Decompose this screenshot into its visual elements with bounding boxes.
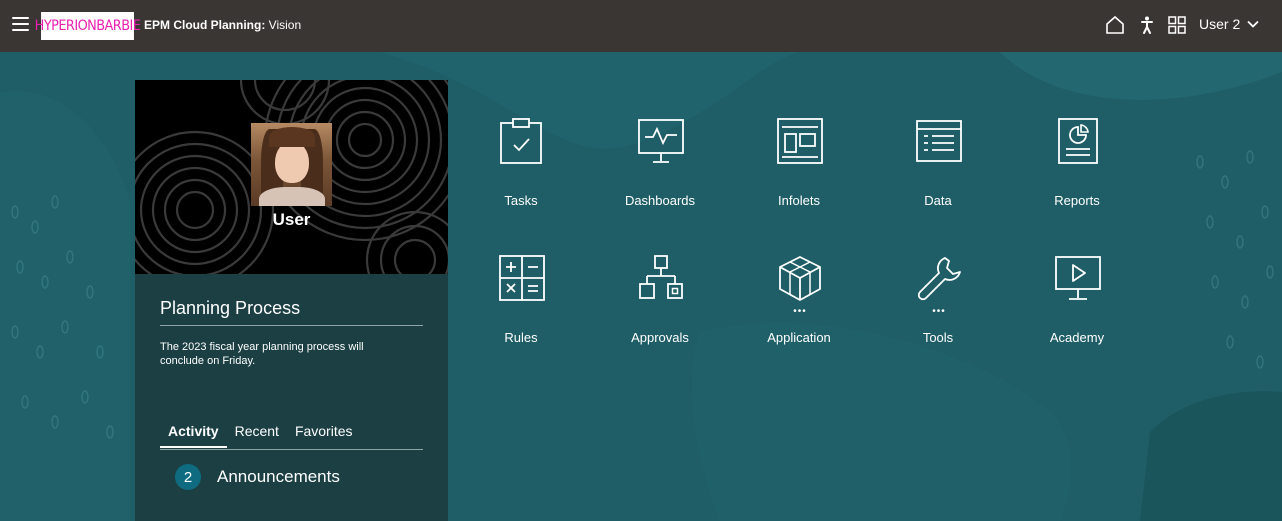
academy-icon <box>1055 256 1101 300</box>
application-icon <box>779 255 821 302</box>
user-name: User <box>272 210 311 229</box>
home-icon[interactable] <box>1104 14 1126 36</box>
tab-favorites[interactable]: Favorites <box>287 420 361 448</box>
avatar <box>251 123 332 206</box>
announcements-count-badge: 2 <box>175 464 201 490</box>
panel-message: The 2023 fiscal year planning process wi… <box>160 341 364 367</box>
more-options-icon[interactable]: ••• <box>790 306 810 317</box>
title-divider <box>160 325 423 326</box>
tile-label: Tasks <box>504 193 538 208</box>
tile-dashboards[interactable]: Dashboards <box>600 117 720 227</box>
app-suffix: Vision <box>268 18 302 32</box>
app-name: EPM Cloud Planning: <box>144 18 266 32</box>
tile-label: Data <box>924 193 952 208</box>
app-header: HYPERIONBARBIE EPM Cloud Planning: Visio… <box>0 0 1282 52</box>
tile-tasks[interactable]: Tasks <box>461 117 581 227</box>
welcome-panel: User Planning Process The 2023 fiscal ye… <box>135 80 448 521</box>
tile-data[interactable]: Data <box>878 117 998 227</box>
panel-title: Planning Process <box>160 298 301 318</box>
tabs-divider <box>160 449 423 450</box>
tile-label: Rules <box>504 330 538 345</box>
tile-label: Reports <box>1054 193 1100 208</box>
tile-infolets[interactable]: Infolets <box>739 117 859 227</box>
tile-rules[interactable]: Rules <box>461 254 581 364</box>
announcements-label: Announcements <box>217 467 340 486</box>
activity-tabs: Activity Recent Favorites <box>160 420 361 448</box>
app-title: EPM Cloud Planning: Vision <box>144 18 301 32</box>
tools-icon <box>917 257 961 301</box>
profile-banner: User <box>135 80 448 274</box>
brand-logo: HYPERIONBARBIE <box>35 12 141 40</box>
tile-label: Application <box>767 330 831 345</box>
chevron-down-icon <box>1247 20 1259 28</box>
reports-icon <box>1058 118 1098 164</box>
tile-label: Infolets <box>778 193 820 208</box>
tile-label: Academy <box>1049 330 1105 345</box>
announcements-item[interactable]: 2 Announcements <box>175 464 340 490</box>
tab-activity[interactable]: Activity <box>160 420 227 448</box>
accessibility-icon[interactable] <box>1136 14 1158 36</box>
user-menu-label: User 2 <box>1199 16 1241 32</box>
user-menu[interactable]: User 2 <box>1199 16 1260 32</box>
tile-tools[interactable]: ••• Tools <box>878 254 998 364</box>
tile-approvals[interactable]: Approvals <box>600 254 720 364</box>
tile-label: Tools <box>922 330 954 345</box>
tab-recent[interactable]: Recent <box>227 420 287 448</box>
tile-reports[interactable]: Reports <box>1017 117 1137 227</box>
tasks-icon <box>500 118 542 164</box>
tile-application[interactable]: ••• Application <box>739 254 859 364</box>
tile-label: Dashboards <box>624 193 696 208</box>
navigator-icon[interactable] <box>1166 14 1188 36</box>
menu-icon[interactable] <box>12 17 29 31</box>
approvals-icon <box>639 255 683 299</box>
more-options-icon[interactable]: ••• <box>929 306 949 317</box>
rules-icon <box>499 255 545 301</box>
dashboards-icon <box>638 119 684 163</box>
data-icon <box>916 120 962 162</box>
tile-academy[interactable]: Academy <box>1017 254 1137 364</box>
tile-label: Approvals <box>631 330 689 345</box>
infolets-icon <box>777 118 823 164</box>
